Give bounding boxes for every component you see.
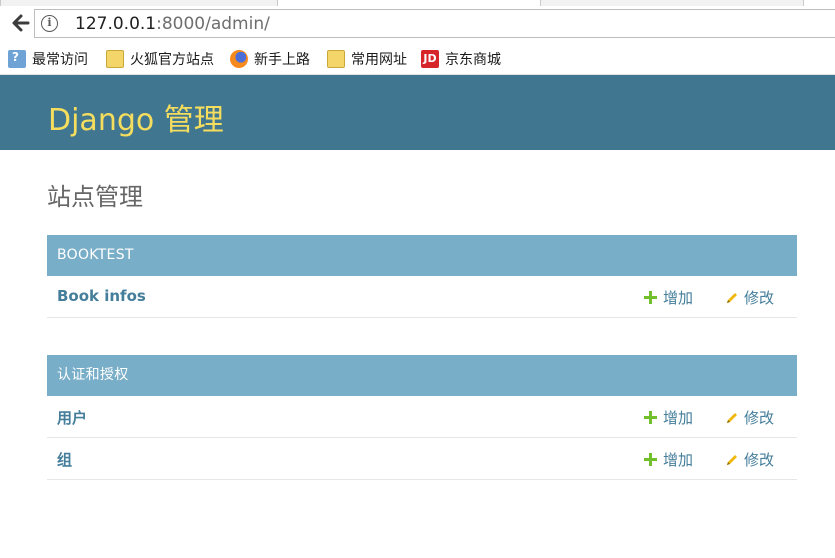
bookmark-label: 最常访问: [32, 52, 88, 68]
model-row: 组 增加 修改: [47, 438, 797, 480]
module-caption[interactable]: 认证和授权: [47, 355, 797, 396]
back-button[interactable]: [6, 9, 34, 37]
back-arrow-icon: [12, 14, 30, 32]
add-label: 增加: [663, 451, 694, 469]
add-link[interactable]: 增加: [644, 287, 693, 308]
pencil-icon: [727, 292, 737, 303]
change-link[interactable]: 修改: [725, 407, 774, 428]
add-link[interactable]: 增加: [644, 407, 693, 428]
folder-icon: [327, 50, 345, 68]
add-icon: [644, 291, 657, 304]
model-row: 用户 增加 修改: [47, 396, 797, 438]
folder-icon: [106, 50, 124, 68]
add-label: 增加: [663, 409, 694, 427]
model-row: Book infos 增加 修改: [47, 276, 797, 318]
bookmark-common-sites[interactable]: 常用网址: [327, 49, 407, 69]
bookmark-getting-started[interactable]: 新手上路: [230, 49, 310, 69]
site-header: Django 管理: [0, 75, 835, 150]
bookmark-most-visited[interactable]: 最常访问: [8, 49, 88, 69]
app-module-booktest: BOOKTEST Book infos 增加 修改: [47, 235, 797, 318]
change-label: 修改: [744, 409, 775, 427]
bookmark-firefox-site[interactable]: 火狐官方站点: [106, 49, 214, 69]
add-icon: [644, 411, 657, 424]
add-link[interactable]: 增加: [644, 449, 693, 470]
bookmark-label: 常用网址: [351, 52, 407, 68]
add-label: 增加: [663, 289, 694, 307]
pencil-icon: [727, 412, 737, 423]
model-link[interactable]: 组: [57, 449, 72, 470]
bookmark-label: 新手上路: [254, 52, 310, 68]
bookmark-jd[interactable]: JD 京东商城: [421, 49, 501, 69]
page-title: 站点管理: [47, 183, 143, 211]
most-visited-icon: [8, 50, 26, 68]
bookmarks-bar: 最常访问 火狐官方站点 新手上路 常用网址 JD 京东商城: [0, 44, 835, 75]
change-link[interactable]: 修改: [725, 287, 774, 308]
module-caption[interactable]: BOOKTEST: [47, 235, 797, 276]
address-bar[interactable]: i 127.0.0.1:8000/admin/: [34, 9, 835, 38]
url-host: 127.0.0.1: [75, 14, 157, 34]
change-link[interactable]: 修改: [725, 449, 774, 470]
url-path: :8000/admin/: [156, 14, 270, 34]
pencil-icon: [727, 454, 737, 465]
model-link[interactable]: Book infos: [57, 287, 146, 305]
change-label: 修改: [744, 289, 775, 307]
navigation-bar: i 127.0.0.1:8000/admin/: [0, 6, 835, 42]
model-link[interactable]: 用户: [57, 407, 87, 428]
jd-icon: JD: [421, 50, 439, 68]
site-branding[interactable]: Django 管理: [48, 95, 224, 139]
bookmark-label: 火狐官方站点: [130, 52, 214, 68]
firefox-icon: [230, 50, 248, 68]
url-text: 127.0.0.1:8000/admin/: [75, 14, 270, 34]
info-icon[interactable]: i: [41, 15, 58, 32]
change-label: 修改: [744, 451, 775, 469]
app-module-auth: 认证和授权 用户 增加 修改 组 增加 修改: [47, 355, 797, 480]
bookmark-label: 京东商城: [445, 52, 501, 68]
add-icon: [644, 453, 657, 466]
